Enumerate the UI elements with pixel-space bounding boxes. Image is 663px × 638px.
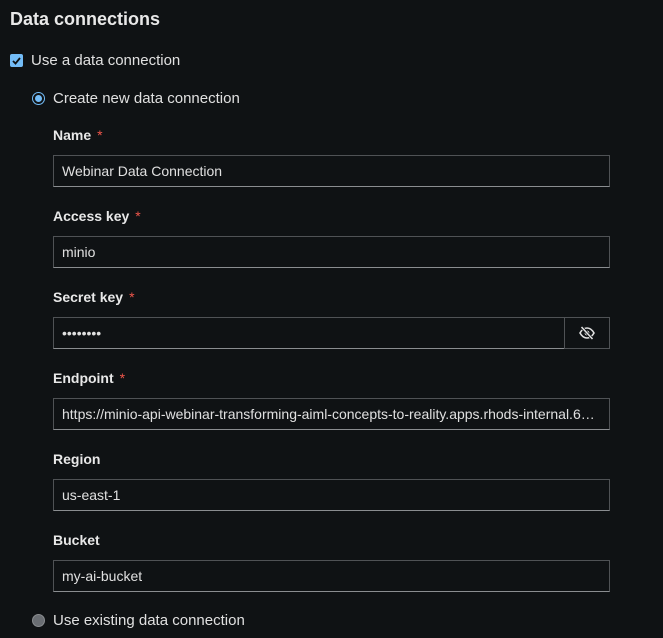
name-field-label: Name * <box>53 127 103 143</box>
use-existing-connection-label: Use existing data connection <box>53 612 245 629</box>
name-label-text: Name <box>53 127 92 143</box>
access-key-input[interactable]: minio <box>53 236 610 268</box>
bucket-input[interactable]: my-ai-bucket <box>53 560 610 592</box>
required-marker: * <box>97 127 103 143</box>
endpoint-input-value: https://minio-api-webinar-transforming-a… <box>62 406 601 422</box>
access-key-input-value: minio <box>62 244 96 260</box>
create-new-connection-radio[interactable] <box>32 92 45 105</box>
create-new-connection-label: Create new data connection <box>53 90 240 107</box>
secret-key-field-label: Secret key * <box>53 289 135 305</box>
toggle-secret-visibility-button[interactable] <box>564 317 610 349</box>
create-new-connection-option[interactable]: Create new data connection <box>32 90 240 107</box>
secret-key-input[interactable]: •••••••• <box>53 317 565 349</box>
endpoint-field-label: Endpoint * <box>53 370 125 386</box>
secret-key-label-text: Secret key <box>53 289 124 305</box>
region-field-label: Region <box>53 451 100 467</box>
use-existing-connection-radio[interactable] <box>32 614 45 627</box>
name-input[interactable]: Webinar Data Connection <box>53 155 610 187</box>
endpoint-label-text: Endpoint <box>53 370 114 386</box>
required-marker: * <box>119 370 126 386</box>
data-connections-section: Data connections Use a data connection C… <box>0 0 663 638</box>
eye-slash-icon <box>579 326 595 340</box>
use-data-connection-checkbox[interactable] <box>10 54 23 67</box>
section-title: Data connections <box>10 9 161 29</box>
bucket-field-label: Bucket <box>53 532 100 548</box>
region-label-text: Region <box>53 451 101 467</box>
access-key-field-label: Access key * <box>53 208 141 224</box>
region-input[interactable]: us-east-1 <box>53 479 610 511</box>
use-existing-connection-option[interactable]: Use existing data connection <box>32 612 245 629</box>
checkmark-icon <box>12 56 21 65</box>
region-input-value: us-east-1 <box>62 487 121 503</box>
bucket-input-value: my-ai-bucket <box>62 568 143 584</box>
secret-key-input-value: •••••••• <box>62 325 102 341</box>
name-input-value: Webinar Data Connection <box>62 163 223 179</box>
required-marker: * <box>129 289 135 305</box>
use-data-connection-label: Use a data connection <box>31 52 181 69</box>
access-key-label-text: Access key <box>53 208 130 224</box>
use-data-connection-checkbox-row[interactable]: Use a data connection <box>10 52 180 69</box>
bucket-label-text: Bucket <box>53 532 100 548</box>
endpoint-input[interactable]: https://minio-api-webinar-transforming-a… <box>53 398 610 430</box>
required-marker: * <box>135 208 141 224</box>
